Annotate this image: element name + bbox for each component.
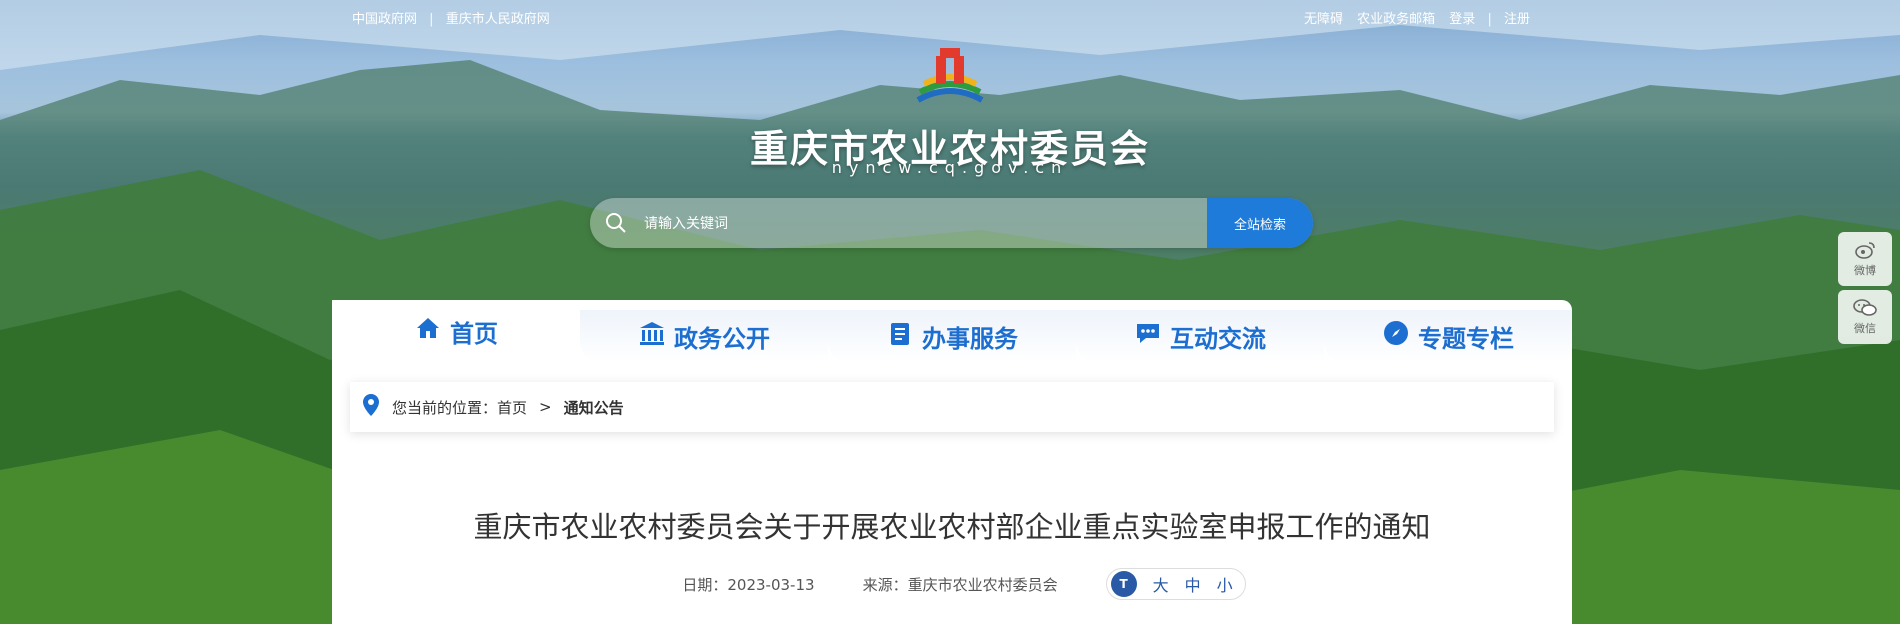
government-building-icon xyxy=(638,319,666,353)
article-meta: 日期：2023-03-13 来源：重庆市农业农村委员会 T 大 中 小 xyxy=(332,568,1572,600)
breadcrumb-current: 通知公告 xyxy=(563,398,624,417)
tab-label: 互动交流 xyxy=(1170,324,1266,353)
source-value: 重庆市农业农村委员会 xyxy=(907,575,1058,594)
site-logo-icon xyxy=(910,48,990,112)
source-label: 来源： xyxy=(862,575,908,594)
wechat-label: 微信 xyxy=(1854,321,1876,335)
tab-label: 首页 xyxy=(450,319,498,348)
top-right-links: 无障碍 农业政务邮箱 登录 | 注册 xyxy=(1304,8,1530,27)
home-icon xyxy=(414,314,442,348)
tab-government-affairs[interactable]: 政务公开 xyxy=(580,310,828,362)
breadcrumb: 您当前的位置： 首页 > 通知公告 xyxy=(350,382,1554,432)
compass-icon xyxy=(1382,319,1410,353)
article-source: 来源：重庆市农业农村委员会 xyxy=(863,574,1058,595)
tab-interaction[interactable]: 互动交流 xyxy=(1076,310,1324,362)
chat-icon xyxy=(1134,319,1162,353)
date-label: 日期： xyxy=(682,575,728,594)
divider: | xyxy=(429,12,434,27)
font-size-small[interactable]: 小 xyxy=(1217,572,1233,596)
location-pin-icon xyxy=(362,393,380,421)
accessibility-link[interactable]: 无障碍 xyxy=(1304,12,1343,27)
gov-cn-link[interactable]: 中国政府网 xyxy=(352,12,417,27)
font-size-icon: T xyxy=(1110,571,1137,597)
font-size-large[interactable]: 大 xyxy=(1153,572,1169,596)
clipboard-icon xyxy=(886,319,914,353)
site-domain: nyncw.cq.gov.cn xyxy=(831,158,1069,177)
tab-services[interactable]: 办事服务 xyxy=(828,310,1076,362)
article-date: 日期：2023-03-13 xyxy=(682,574,814,595)
wechat-share-button[interactable]: 微信 xyxy=(1838,290,1892,344)
tab-special-topics[interactable]: 专题专栏 xyxy=(1324,310,1572,362)
weibo-icon xyxy=(1854,241,1876,262)
main-nav: 首页 政务公开 办事服务 互动交流 专题专栏 xyxy=(332,300,1572,362)
breadcrumb-separator: > xyxy=(539,398,552,416)
search-icon xyxy=(590,198,642,248)
site-search-button[interactable]: 全站检索 xyxy=(1207,198,1313,248)
weibo-share-button[interactable]: 微博 xyxy=(1838,232,1892,286)
cq-gov-link[interactable]: 重庆市人民政府网 xyxy=(446,12,550,27)
date-value: 2023-03-13 xyxy=(727,575,815,594)
tab-label: 办事服务 xyxy=(922,324,1018,353)
breadcrumb-home-link[interactable]: 首页 xyxy=(497,397,527,418)
breadcrumb-prefix: 您当前的位置： xyxy=(392,398,498,417)
register-link[interactable]: 注册 xyxy=(1504,12,1530,27)
gov-mail-link[interactable]: 农业政务邮箱 xyxy=(1357,12,1435,27)
tab-label: 政务公开 xyxy=(674,324,770,353)
font-size-medium[interactable]: 中 xyxy=(1185,572,1201,596)
weibo-label: 微博 xyxy=(1854,263,1876,277)
login-link[interactable]: 登录 xyxy=(1449,12,1475,27)
top-left-links: 中国政府网 | 重庆市人民政府网 xyxy=(352,8,550,27)
wechat-icon xyxy=(1853,298,1877,320)
tab-label: 专题专栏 xyxy=(1418,324,1514,353)
divider: | xyxy=(1487,12,1492,27)
search-bar: 全站检索 xyxy=(590,198,1313,248)
tab-home[interactable]: 首页 xyxy=(332,300,580,362)
article-title: 重庆市农业农村委员会关于开展农业农村部企业重点实验室申报工作的通知 xyxy=(473,510,1431,544)
search-input[interactable] xyxy=(642,198,1207,248)
font-size-switcher: T 大 中 小 xyxy=(1105,568,1246,600)
content-panel: 首页 政务公开 办事服务 互动交流 专题专栏 您当前的位置： 首页 > 通知公告… xyxy=(332,300,1572,624)
